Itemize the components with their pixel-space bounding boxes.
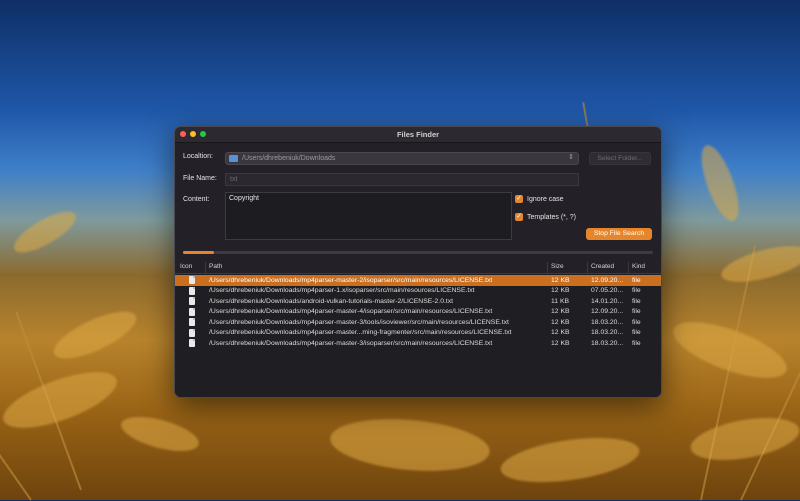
document-icon — [189, 328, 195, 337]
files-finder-window: Files Finder Localtion: /Users/dhrebeniu… — [174, 126, 662, 398]
cell-created: 18.03.20... — [591, 329, 624, 336]
column-header-icon[interactable]: Icon — [180, 263, 192, 270]
content-value: Copyright — [229, 195, 259, 202]
ignore-case-checkbox[interactable]: ✓ — [515, 195, 523, 203]
table-row[interactable]: /Users/dhrebeniuk/Downloads/mp4parser-ma… — [175, 317, 661, 328]
document-icon — [189, 276, 195, 284]
cell-kind: file — [632, 287, 641, 294]
content-textarea[interactable]: Copyright — [225, 192, 512, 240]
document-icon — [189, 318, 195, 326]
location-popup[interactable]: /Users/dhrebeniuk/Downloads ⇕ — [225, 152, 579, 165]
column-header-size[interactable]: Size — [551, 263, 564, 270]
cell-kind: file — [632, 339, 641, 347]
document-icon — [189, 307, 195, 316]
column-header-path[interactable]: Path — [209, 263, 222, 270]
column-header-kind[interactable]: Kind — [632, 263, 645, 270]
cell-size: 12 KB — [551, 329, 570, 336]
cell-size: 12 KB — [551, 308, 570, 315]
cell-created: 07.05.20... — [591, 287, 624, 294]
document-icon — [189, 339, 195, 347]
cell-path: /Users/dhrebeniuk/Downloads/android-vulk… — [209, 297, 454, 305]
column-header-created[interactable]: Created — [591, 263, 614, 270]
cell-path: /Users/dhrebeniuk/Downloads/mp4parser-ma… — [209, 339, 493, 347]
folder-icon — [229, 155, 238, 162]
ignore-case-label: Ignore case — [527, 196, 564, 203]
search-progress-bar — [183, 251, 653, 254]
cell-kind: file — [632, 329, 641, 336]
search-progress-fill — [183, 251, 214, 254]
file-name-value: txt — [230, 175, 238, 183]
cell-kind: file — [632, 297, 641, 305]
templates-label: Templates (*, ?) — [527, 214, 577, 221]
cell-created: 18.03.20... — [591, 339, 624, 347]
select-folder-button[interactable]: Select Folder... — [589, 152, 651, 165]
table-row[interactable]: /Users/dhrebeniuk/Downloads/mp4parser-ma… — [175, 275, 661, 286]
document-icon — [189, 286, 195, 295]
table-row[interactable]: /Users/dhrebeniuk/Downloads/mp4parser-ma… — [175, 338, 661, 349]
content-label: Content: — [183, 196, 210, 203]
file-name-label: File Name: — [183, 175, 217, 182]
templates-checkbox[interactable]: ✓ — [515, 213, 523, 221]
cell-size: 12 KB — [551, 287, 570, 294]
cell-path: /Users/dhrebeniuk/Downloads/mp4parser-ma… — [209, 308, 493, 315]
cell-kind: file — [632, 276, 641, 284]
window-title: Files Finder — [396, 130, 440, 139]
cell-kind: file — [632, 318, 641, 326]
cell-path: /Users/dhrebeniuk/Downloads/mp4parser-ma… — [209, 318, 509, 326]
cell-created: 14.01.20... — [591, 297, 624, 305]
table-header: Icon Path Size Created Kind — [175, 261, 661, 274]
stop-file-search-button[interactable]: Stop File Search — [586, 228, 652, 240]
chevron-up-down-icon: ⇕ — [568, 154, 574, 161]
file-name-field[interactable]: txt — [225, 173, 579, 186]
location-label: Localtion: — [183, 153, 213, 160]
table-row[interactable]: /Users/dhrebeniuk/Downloads/mp4parser-1.… — [175, 286, 661, 297]
table-row[interactable]: /Users/dhrebeniuk/Downloads/android-vulk… — [175, 296, 661, 307]
cell-created: 12.09.20... — [591, 276, 624, 284]
cell-path: /Users/dhrebeniuk/Downloads/mp4parser-ma… — [209, 329, 512, 336]
cell-size: 12 KB — [551, 339, 570, 347]
table-row[interactable]: /Users/dhrebeniuk/Downloads/mp4parser-ma… — [175, 307, 661, 318]
table-row[interactable]: /Users/dhrebeniuk/Downloads/mp4parser-ma… — [175, 328, 661, 339]
cell-kind: file — [632, 308, 641, 315]
location-path: /Users/dhrebeniuk/Downloads — [242, 154, 336, 162]
title-bar: Files Finder — [175, 127, 661, 143]
cell-created: 12.09.20... — [591, 308, 624, 315]
document-icon — [189, 297, 195, 305]
cell-size: 12 KB — [551, 318, 570, 326]
results-table: Icon Path Size Created Kind /Users/dhreb… — [175, 261, 661, 397]
cell-path: /Users/dhrebeniuk/Downloads/mp4parser-ma… — [209, 276, 493, 284]
cell-size: 12 KB — [551, 276, 570, 284]
cell-created: 18.03.20... — [591, 318, 624, 326]
cell-path: /Users/dhrebeniuk/Downloads/mp4parser-1.… — [209, 287, 475, 294]
cell-size: 11 KB — [551, 297, 570, 305]
